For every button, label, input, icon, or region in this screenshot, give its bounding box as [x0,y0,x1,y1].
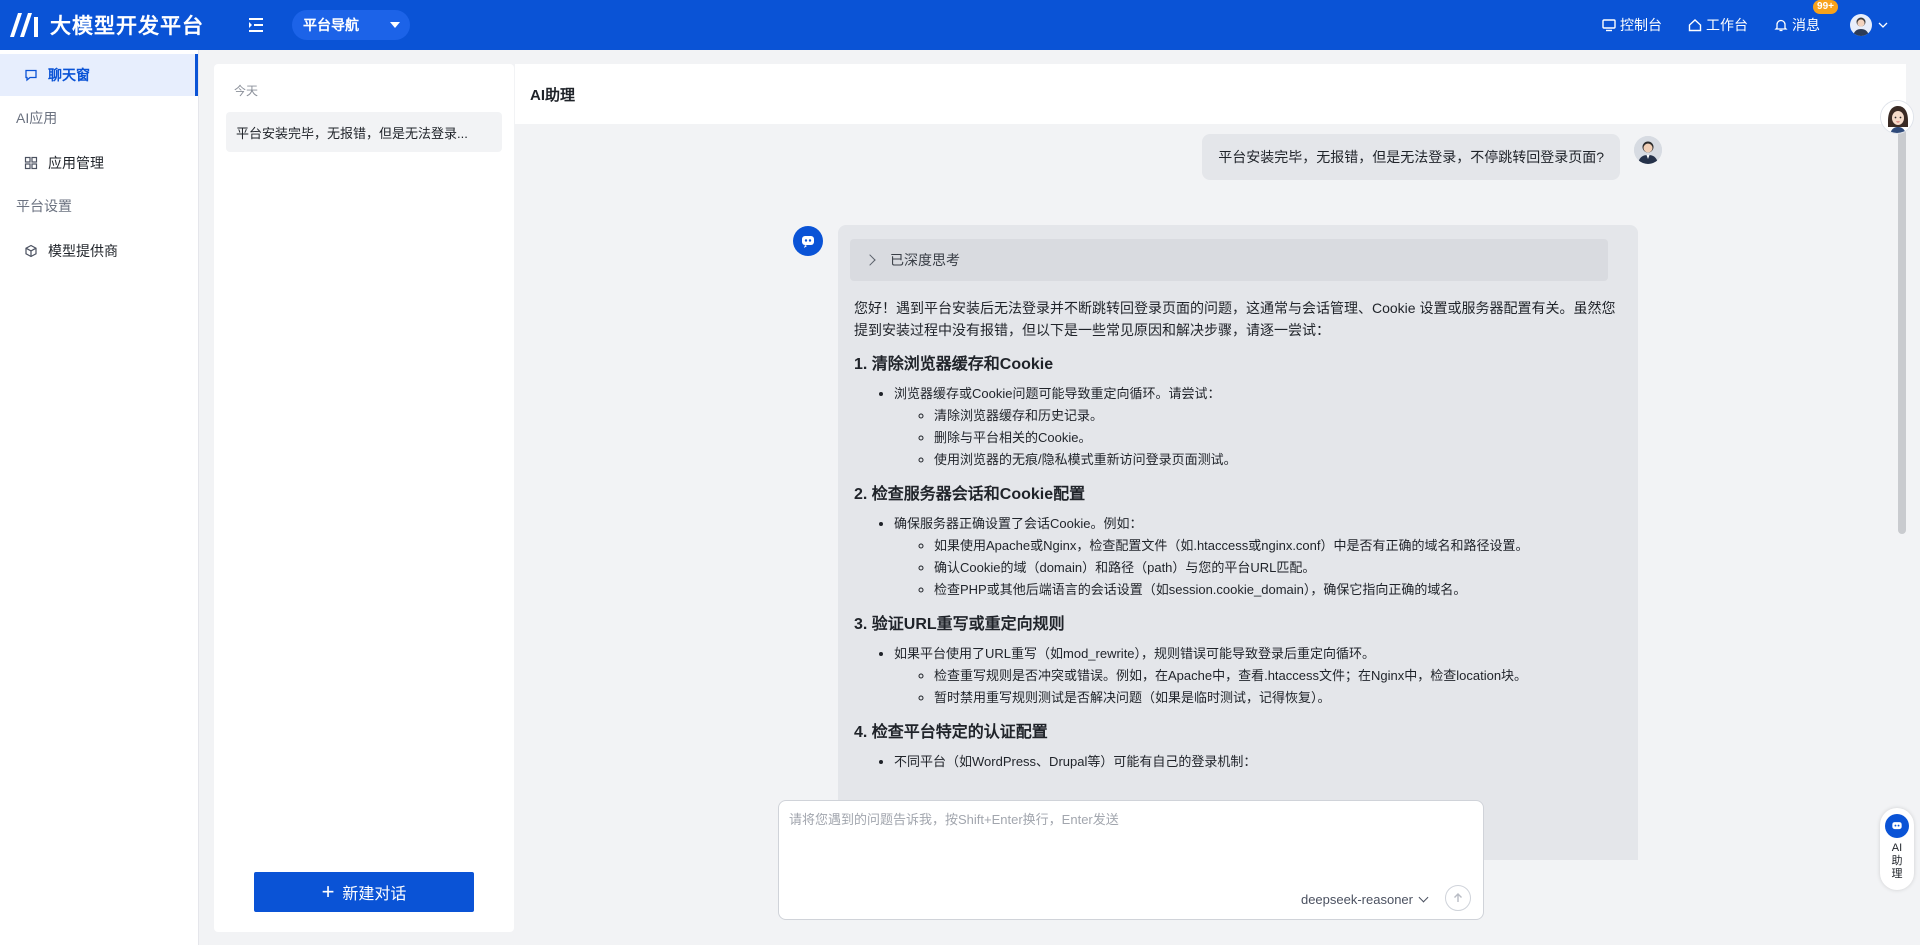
list-item: 检查PHP或其他后端语言的会话设置（如session.cookie_domain… [934,579,1622,601]
workbench-label: 工作台 [1706,17,1748,33]
bell-icon [1774,19,1788,32]
messages-label: 消息 [1792,17,1820,33]
section-heading: 1. 清除浏览器缓存和Cookie [854,356,1054,373]
chat-input-box: deepseek-reasoner [778,800,1484,920]
section-heading: 3. 验证URL重写或重定向规则 [854,616,1065,633]
sidebar-group-ai-apps: AI应用 [16,110,58,126]
platform-nav-label: 平台导航 [303,17,359,33]
sidebar-item-label: 模型提供商 [48,243,118,259]
top-header: 大模型开发平台 平台导航 控制台 工作台 消息 99+ [0,0,1920,50]
model-select[interactable]: deepseek-reasoner [1300,892,1429,907]
grid-icon [24,156,38,170]
floating-ai-assistant-button[interactable]: AI助理 [1880,808,1914,890]
messages-link[interactable]: 消息 99+ [1774,0,1838,35]
user-avatar [1634,136,1662,164]
chat-input[interactable] [789,809,1473,869]
list-item: 确认Cookie的域（domain）和路径（path）与您的平台URL匹配。 [934,557,1622,579]
conversation-panel: 今天 平台安装完毕，无报错，但是无法登录... + 新建对话 [214,64,514,932]
plus-icon: + [321,879,335,904]
workbench-link[interactable]: 工作台 [1688,15,1748,35]
section-list: 确保服务器正确设置了会话Cookie。例如： 如果使用Apache或Nginx，… [894,513,1622,601]
chat-scrollbar[interactable] [1898,124,1906,534]
list-item: 如果平台使用了URL重写（如mod_rewrite），规则错误可能导致登录后重定… [894,643,1622,709]
list-item: 使用浏览器的无痕/隐私模式重新访问登录页面测试。 [934,449,1622,471]
home-icon [1688,19,1702,32]
send-button[interactable] [1445,885,1471,911]
model-select-value: deepseek-reasoner [1300,892,1413,907]
list-item: 确保服务器正确设置了会话Cookie。例如： 如果使用Apache或Nginx，… [894,513,1622,601]
section-list: 浏览器缓存或Cookie问题可能导致重定向循环。请尝试： 清除浏览器缓存和历史记… [894,383,1622,471]
bullet-text: 浏览器缓存或Cookie问题可能导致重定向循环。请尝试： [894,386,1221,401]
list-item: 删除与平台相关的Cookie。 [934,427,1622,449]
sidebar-item-label: 应用管理 [48,155,104,171]
new-chat-label: 新建对话 [342,886,407,903]
logo-icon [8,11,40,39]
assistant-intro: 您好！遇到平台安装后无法登录并不断跳转回登录页面的问题，这通常与会话管理、Coo… [854,300,1616,338]
user-message: 平台安装完毕，无报错，但是无法登录，不停跳转回登录页面? [1202,134,1620,180]
caret-down-icon [390,22,400,28]
bullet-text: 确保服务器正确设置了会话Cookie。例如： [894,516,1143,531]
messages-badge: 99+ [1813,0,1838,14]
chat-icon [24,68,38,82]
sidebar-item-app-management[interactable]: 应用管理 [0,142,198,184]
console-link[interactable]: 控制台 [1602,15,1662,35]
chevron-right-icon [864,254,876,266]
list-item: 如果使用Apache或Nginx，检查配置文件（如.htaccess或nginx… [934,535,1622,557]
chevron-down-icon [1418,892,1429,903]
conversation-day-label: 今天 [234,84,259,98]
list-item: 检查重写规则是否冲突或错误。例如，在Apache中，查看.htaccess文件；… [934,665,1622,687]
section-list: 如果平台使用了URL重写（如mod_rewrite），规则错误可能导致登录后重定… [894,643,1622,709]
thinking-label: 已深度思考 [890,252,960,268]
floating-ai-label: AI助理 [1891,842,1903,880]
console-label: 控制台 [1620,17,1662,33]
chevron-down-icon [1878,22,1888,28]
arrow-up-icon [1454,893,1462,902]
sidebar-item-label: 聊天窗 [48,67,90,83]
chat-title: AI助理 [515,64,1906,124]
thinking-toggle[interactable]: 已深度思考 [850,239,1608,281]
conversation-item[interactable]: 平台安装完毕，无报错，但是无法登录... [226,112,502,152]
sidebar-item-chat[interactable]: 聊天窗 [0,54,198,96]
section-heading: 2. 检查服务器会话和Cookie配置 [854,486,1086,503]
floating-assistant-avatar[interactable] [1880,100,1914,134]
bullet-text: 如果平台使用了URL重写（如mod_rewrite），规则错误可能导致登录后重定… [894,646,1376,661]
section-list: 不同平台（如WordPress、Drupal等）可能有自己的登录机制： [894,751,1622,773]
monitor-icon [1602,19,1616,32]
list-item: 清除浏览器缓存和历史记录。 [934,405,1622,427]
app-logo[interactable]: 大模型开发平台 [8,10,204,40]
sidebar: 聊天窗 AI应用 应用管理 平台设置 模型提供商 [0,50,199,945]
menu-collapse-icon[interactable] [246,15,266,35]
cube-icon [24,244,38,258]
section-heading: 4. 检查平台特定的认证配置 [854,724,1048,741]
sidebar-item-model-provider[interactable]: 模型提供商 [0,230,198,272]
user-menu[interactable] [1850,14,1888,36]
robot-icon [1885,814,1909,838]
list-item: 不同平台（如WordPress、Drupal等）可能有自己的登录机制： [894,751,1622,773]
sidebar-group-platform-settings: 平台设置 [16,198,72,214]
app-title: 大模型开发平台 [50,15,204,38]
robot-icon [802,236,814,248]
avatar [1850,14,1872,36]
chat-panel: AI助理 平台安装完毕，无报错，但是无法登录，不停跳转回登录页面? 已深度思考 … [515,64,1906,932]
bot-avatar [793,226,823,256]
list-item: 暂时禁用重写规则测试是否解决问题（如果是临时测试，记得恢复）。 [934,687,1622,709]
new-chat-button[interactable]: + 新建对话 [254,872,474,912]
platform-nav-dropdown[interactable]: 平台导航 [292,10,410,40]
list-item: 浏览器缓存或Cookie问题可能导致重定向循环。请尝试： 清除浏览器缓存和历史记… [894,383,1622,471]
assistant-message: 已深度思考 您好！遇到平台安装后无法登录并不断跳转回登录页面的问题，这通常与会话… [838,225,1638,860]
